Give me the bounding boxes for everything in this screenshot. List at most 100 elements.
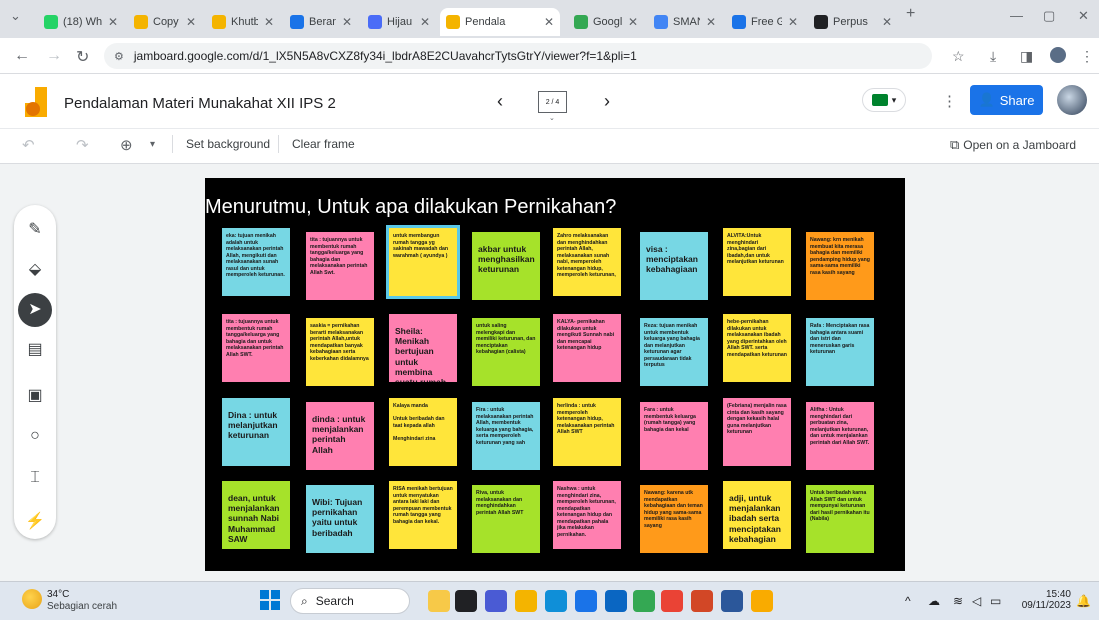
- sticky-note[interactable]: eka: tujuan menikah adalah untuk melaksa…: [222, 228, 290, 296]
- sticky-note[interactable]: Kalaya manda Untuk beribadah dan taat ke…: [389, 398, 457, 466]
- system-clock[interactable]: 15:40 09/11/2023: [1016, 589, 1071, 611]
- battery-icon[interactable]: ▭: [990, 594, 1001, 608]
- tab-close-icon[interactable]: ✕: [186, 15, 196, 29]
- bookmark-star-icon[interactable]: ☆: [952, 48, 965, 65]
- tab-close-icon[interactable]: ✕: [706, 15, 716, 29]
- browser-tab[interactable]: Copy o ✕: [128, 8, 202, 36]
- taskbar-search-box[interactable]: ⌕ Search: [290, 588, 410, 614]
- sticky-note[interactable]: tita : tujuannya untuk membentuk rumah t…: [222, 314, 290, 382]
- browser-menu-icon[interactable]: ⋮: [1080, 48, 1094, 65]
- start-button[interactable]: [260, 590, 280, 610]
- close-window-icon[interactable]: ✕: [1078, 8, 1089, 24]
- zoom-icon[interactable]: ⊕: [120, 136, 133, 154]
- clear-frame-button[interactable]: Clear frame: [292, 137, 355, 151]
- tab-close-icon[interactable]: ✕: [342, 15, 352, 29]
- meet-present-button[interactable]: ▾: [862, 88, 906, 112]
- sticky-note[interactable]: KALYA- pernikahan dilakukan untuk mengik…: [553, 314, 621, 382]
- browser-tab[interactable]: Google ✕: [568, 8, 644, 36]
- browser-tab[interactable]: Perpus ✕: [808, 8, 898, 36]
- sticky-note[interactable]: Dina : untuk melanjutkan keturunan: [222, 398, 290, 466]
- files-folder-icon[interactable]: [515, 590, 537, 612]
- powerpoint-icon[interactable]: [691, 590, 713, 612]
- sticky-note[interactable]: adji, untuk menjalankan ibadah serta men…: [723, 481, 791, 549]
- zoom-chevron-down-icon[interactable]: ▾: [150, 139, 155, 150]
- sticky-note[interactable]: Nawang: karena utk mendapatkan kebahagia…: [640, 485, 708, 553]
- sticky-note[interactable]: dinda : untuk menjalankan perintah Allah: [306, 402, 374, 470]
- sticky-note[interactable]: dean, untuk menjalankan sunnah Nabi Muha…: [222, 481, 290, 549]
- browser-tab[interactable]: Berand ✕: [284, 8, 358, 36]
- profile-avatar-icon[interactable]: [1050, 47, 1066, 63]
- download-icon[interactable]: ⤓: [990, 48, 996, 65]
- side-panel-icon[interactable]: ◨: [1020, 48, 1033, 65]
- weather-temperature[interactable]: 34°C: [47, 589, 69, 600]
- tab-close-icon[interactable]: ✕: [882, 15, 892, 29]
- sticky-note[interactable]: akbar untuk menghasilkan keturunan: [472, 232, 540, 300]
- share-button[interactable]: 👤 Share: [970, 85, 1043, 115]
- jamboard-task-icon[interactable]: [751, 590, 773, 612]
- tab-close-icon[interactable]: ✕: [628, 15, 638, 29]
- sticky-note[interactable]: visa : menciptakan kebahagiaan: [640, 232, 708, 300]
- sticky-note[interactable]: Rafa : Menciptakan rasa bahagia antara s…: [806, 318, 874, 386]
- user-avatar[interactable]: [1057, 85, 1087, 115]
- tab-close-icon[interactable]: ✕: [108, 15, 118, 29]
- chrome-profile-icon[interactable]: [661, 590, 683, 612]
- notification-bell-icon[interactable]: 🔔: [1076, 594, 1091, 608]
- sticky-note[interactable]: RISA menikah bertujuan untuk menyatukan …: [389, 481, 457, 549]
- browser-tab[interactable]: SMAN ✕: [648, 8, 722, 36]
- sticky-note[interactable]: saskia = pernikahan berarti melaksanakan…: [306, 318, 374, 386]
- browser-tab[interactable]: (18) Wh ✕: [38, 8, 124, 36]
- sticky-note[interactable]: Zahro melaksanakan dan menghindahkan per…: [553, 228, 621, 296]
- frame-dropdown-icon[interactable]: ⌄: [549, 114, 555, 122]
- store-icon[interactable]: [575, 590, 597, 612]
- previous-frame-icon[interactable]: ‹: [497, 91, 503, 112]
- maximize-icon[interactable]: ▢: [1043, 8, 1055, 24]
- laser-icon[interactable]: ⚡: [14, 511, 56, 531]
- tab-close-icon[interactable]: ✕: [420, 15, 430, 29]
- select-pointer-icon[interactable]: ➤: [18, 293, 52, 327]
- sticky-note[interactable]: Reza: tujuan menikah untuk membentuk kel…: [640, 318, 708, 386]
- weather-description[interactable]: Sebagian cerah: [47, 601, 117, 612]
- site-info-icon[interactable]: ⚙: [114, 50, 124, 63]
- task-view-icon[interactable]: [455, 590, 477, 612]
- chrome-icon[interactable]: [633, 590, 655, 612]
- sticky-note[interactable]: Sheila: Menikah bertujuan untuk membina …: [389, 314, 457, 382]
- text-box-icon[interactable]: ⌶: [14, 469, 56, 487]
- browser-tab[interactable]: Pendala ✕: [440, 8, 560, 36]
- tray-chevron-up-icon[interactable]: ^: [905, 594, 911, 608]
- sticky-note[interactable]: Alifha : Untuk menghindari dari perbuata…: [806, 402, 874, 470]
- sticky-note[interactable]: untuk saling melengkapi dan memiliki ket…: [472, 318, 540, 386]
- circle-shape-icon[interactable]: ○: [14, 427, 56, 445]
- sticky-note[interactable]: (Febriana) menjalin rasa cinta dan kasih…: [723, 398, 791, 466]
- eraser-icon[interactable]: ⬙: [14, 259, 56, 279]
- browser-tab[interactable]: Hijau K ✕: [362, 8, 436, 36]
- sticky-note[interactable]: Nawang: krn menikah membuat kita merasa …: [806, 232, 874, 300]
- pen-icon[interactable]: ✎: [14, 219, 56, 239]
- next-frame-icon[interactable]: ›: [604, 91, 610, 112]
- sticky-note[interactable]: hebe-pernikahan dilakukan untuk melaksan…: [723, 314, 791, 382]
- browser-tab[interactable]: Khutba ✕: [206, 8, 280, 36]
- tab-close-icon[interactable]: ✕: [264, 15, 274, 29]
- sticky-note[interactable]: Fara : untuk membentuk keluarga (rumah t…: [640, 402, 708, 470]
- sticky-note[interactable]: Riva, untuk melaksanakan dan menghindahk…: [472, 485, 540, 553]
- sticky-note[interactable]: herlinda : untuk memperoleh ketenangan h…: [553, 398, 621, 466]
- tab-close-icon[interactable]: ✕: [788, 15, 798, 29]
- wifi-icon[interactable]: ≋: [953, 594, 963, 608]
- tab-search-icon[interactable]: ⌄: [10, 8, 21, 24]
- more-options-icon[interactable]: ⋮: [942, 92, 957, 110]
- meet-chat-icon[interactable]: [485, 590, 507, 612]
- sticky-note[interactable]: tita : tujuannya untuk membentuk rumah t…: [306, 232, 374, 300]
- jam-title[interactable]: Pendalaman Materi Munakahat XII IPS 2: [64, 95, 336, 112]
- image-icon[interactable]: ▣: [14, 385, 56, 405]
- open-on-jamboard-button[interactable]: ⧉ Open on a Jamboard: [950, 137, 1076, 153]
- sticky-note[interactable]: Untuk beribadah karna Allah SWT dan untu…: [806, 485, 874, 553]
- word-icon[interactable]: [721, 590, 743, 612]
- reload-icon[interactable]: ↻: [76, 47, 89, 67]
- browser-tab[interactable]: Free Gr ✕: [726, 8, 804, 36]
- frame-counter[interactable]: 2 / 4: [538, 91, 567, 113]
- weather-icon[interactable]: [22, 589, 42, 609]
- new-tab-button[interactable]: +: [906, 5, 915, 23]
- sticky-note[interactable]: Fira : untuk melaksanakan perintah Allah…: [472, 402, 540, 470]
- onedrive-icon[interactable]: ☁: [928, 594, 940, 608]
- sticky-note[interactable]: ALVITA:Untuk menghindari zina,bagian dar…: [723, 228, 791, 296]
- back-icon[interactable]: ←: [14, 47, 30, 65]
